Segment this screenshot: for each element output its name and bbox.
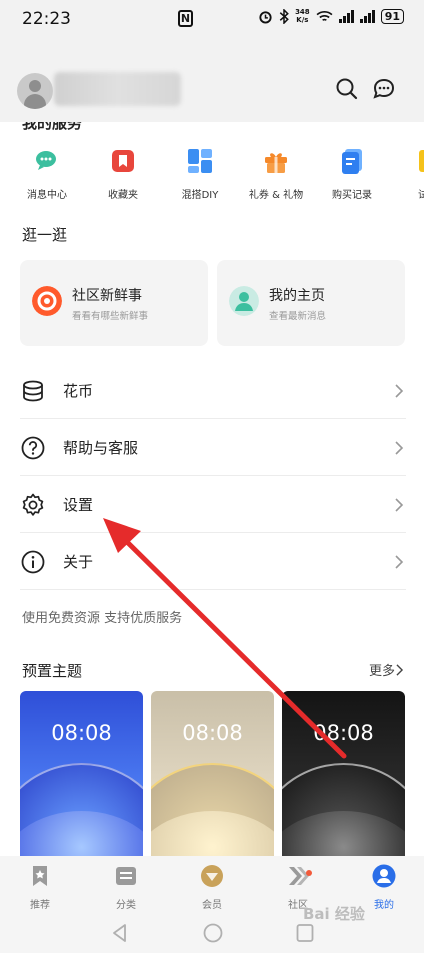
tab-recommend[interactable]: 推荐 xyxy=(10,864,70,911)
gear-icon xyxy=(22,493,44,516)
status-icons: 348 K/s 91 xyxy=(258,8,404,24)
alarm-icon xyxy=(259,10,272,24)
themes-title: 预置主题 xyxy=(22,662,83,680)
tagline: 使用免费资源 支持优质服务 xyxy=(22,611,183,626)
tab-vip[interactable]: 会员 xyxy=(182,864,242,911)
menu-item-coins[interactable]: 花币 xyxy=(20,362,406,419)
menu-item-about[interactable]: 关于 xyxy=(20,533,406,590)
service-message-center[interactable]: 消息中心 xyxy=(17,148,77,201)
tab-category[interactable]: 分类 xyxy=(96,864,156,911)
chevron-right-icon xyxy=(395,384,404,398)
coins-icon xyxy=(23,380,43,402)
nfc-icon: N xyxy=(178,10,193,27)
notification-dot xyxy=(306,870,312,876)
gift-icon xyxy=(265,153,287,173)
chevron-right-icon xyxy=(395,498,404,512)
battery-indicator: 91 xyxy=(380,8,404,24)
chevron-right-icon xyxy=(395,441,404,455)
signal-icon xyxy=(338,9,354,23)
trial-icon xyxy=(419,150,424,172)
service-diy[interactable]: 混搭DIY xyxy=(170,148,230,201)
menu-item-settings[interactable]: 设置 xyxy=(20,476,406,533)
service-trial[interactable]: 试用 xyxy=(398,148,424,201)
theme-time: 08:08 xyxy=(182,721,243,745)
purchase-record-icon xyxy=(342,149,362,174)
theme-card-blue[interactable]: 08:08 xyxy=(20,691,143,856)
more-themes-link[interactable]: 更多 xyxy=(369,660,404,679)
services-row: 消息中心 收藏夹 混搭DIY 礼券 & 礼物 购买记录 试用 xyxy=(0,148,424,201)
diy-grid-icon xyxy=(188,149,212,173)
message-center-icon xyxy=(36,151,56,170)
chevron-right-icon xyxy=(396,664,404,676)
status-bar: 22:23 N 348 K/s 91 xyxy=(0,0,424,38)
service-purchase-records[interactable]: 购买记录 xyxy=(322,148,382,201)
help-icon xyxy=(21,436,45,460)
recents-icon[interactable] xyxy=(296,923,314,943)
recommend-icon xyxy=(33,866,47,886)
community-icon xyxy=(289,867,309,885)
home-icon[interactable] xyxy=(203,923,223,943)
wifi-icon xyxy=(316,10,333,21)
vip-icon xyxy=(201,865,223,887)
category-icon xyxy=(116,867,136,885)
card-community-news[interactable]: 社区新鲜事 看看有哪些新鲜事 xyxy=(20,260,208,346)
main-content: 我的服务 消息中心 收藏夹 混搭DIY 礼券 & 礼物 购买记录 试用 逛一逛 xyxy=(0,122,424,856)
theme-time: 08:08 xyxy=(51,721,112,745)
avatar[interactable] xyxy=(17,73,53,109)
back-icon[interactable] xyxy=(111,923,129,943)
signal-icon-2 xyxy=(359,9,375,23)
username-blurred[interactable] xyxy=(54,72,181,106)
theme-time: 08:08 xyxy=(313,721,374,745)
profile-header xyxy=(0,38,424,122)
discover-title: 逛一逛 xyxy=(22,226,68,244)
bluetooth-icon xyxy=(279,8,289,24)
search-icon[interactable] xyxy=(334,76,360,102)
service-gifts[interactable]: 礼券 & 礼物 xyxy=(246,148,306,201)
services-title: 我的服务 xyxy=(22,122,83,132)
bookmark-icon xyxy=(112,150,134,172)
theme-card-dark[interactable]: 08:08 xyxy=(282,691,405,856)
community-news-icon xyxy=(32,286,62,316)
user-icon xyxy=(372,864,396,888)
watermark-logo: Bai 经验 xyxy=(303,905,365,923)
service-bookmarks[interactable]: 收藏夹 xyxy=(93,148,153,201)
status-time: 22:23 xyxy=(22,9,71,29)
card-my-homepage[interactable]: 我的主页 查看最新消息 xyxy=(217,260,405,346)
profile-home-icon xyxy=(229,286,259,316)
chat-bubble-icon[interactable] xyxy=(371,76,397,102)
info-icon xyxy=(21,550,45,574)
theme-card-gold[interactable]: 08:08 xyxy=(151,691,274,856)
network-speed: 348 K/s xyxy=(295,8,310,24)
menu-item-help[interactable]: 帮助与客服 xyxy=(20,419,406,476)
chevron-right-icon xyxy=(395,555,404,569)
